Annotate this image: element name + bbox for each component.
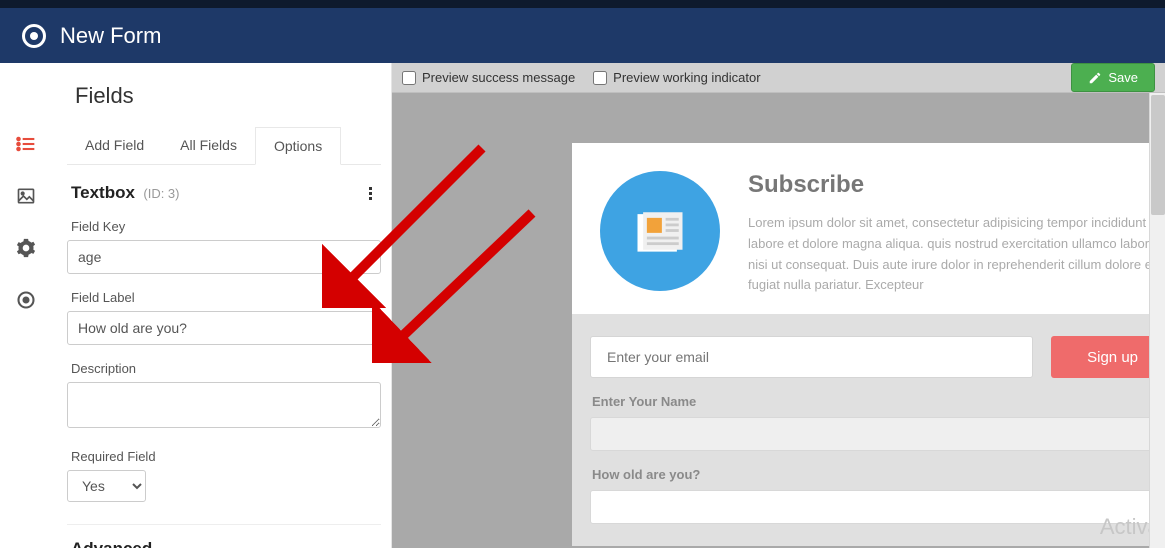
preview-toolbar: Preview success message Preview working … (392, 63, 1165, 93)
tab-options[interactable]: Options (255, 127, 341, 165)
sidebar-title: Fields (67, 83, 381, 127)
save-button[interactable]: Save (1071, 63, 1155, 92)
field-key-input[interactable] (67, 240, 381, 274)
field-key-label: Field Key (67, 213, 381, 240)
form-preview-card: Subscribe Lorem ipsum dolor sit amet, co… (572, 143, 1165, 546)
description-label: Description (67, 355, 381, 382)
top-bar: New Form (0, 8, 1165, 63)
advanced-heading: Advanced (67, 539, 381, 548)
required-label: Required Field (67, 443, 381, 470)
newspaper-icon (600, 171, 720, 291)
age-field-label: How old are you? (592, 467, 1165, 482)
image-icon[interactable] (15, 185, 37, 207)
preview-working-checkbox[interactable]: Preview working indicator (593, 70, 760, 85)
age-input[interactable] (590, 490, 1165, 524)
name-input[interactable] (590, 417, 1165, 451)
required-select[interactable]: Yes (67, 470, 146, 502)
sign-up-button[interactable]: Sign up (1051, 336, 1165, 378)
section-id: (ID: 3) (143, 186, 179, 201)
email-input[interactable] (590, 336, 1033, 378)
field-label-label: Field Label (67, 284, 381, 311)
preview-area: Preview success message Preview working … (392, 63, 1165, 548)
subscribe-body: Lorem ipsum dolor sit amet, consectetur … (748, 213, 1164, 296)
subscribe-heading: Subscribe (748, 171, 1164, 199)
target-icon[interactable] (15, 289, 37, 311)
gear-icon[interactable] (15, 237, 37, 259)
description-input[interactable] (67, 382, 381, 428)
field-label-input[interactable] (67, 311, 381, 345)
page-title: New Form (60, 23, 161, 49)
preview-success-checkbox[interactable]: Preview success message (402, 70, 575, 85)
section-name: Textbox (71, 183, 135, 202)
edit-icon (1088, 71, 1102, 85)
preview-scrollbar[interactable] (1149, 93, 1165, 548)
fields-sidebar: Fields Add Field All Fields Options Text… (52, 63, 392, 548)
section-header: Textbox (ID: 3) (67, 165, 381, 213)
tab-add-field[interactable]: Add Field (67, 127, 162, 164)
list-icon[interactable] (15, 133, 37, 155)
left-icon-rail (0, 63, 52, 548)
target-logo-icon (22, 24, 46, 48)
name-field-label: Enter Your Name (592, 394, 1165, 409)
kebab-icon[interactable] (363, 187, 377, 200)
tab-all-fields[interactable]: All Fields (162, 127, 255, 164)
sidebar-tabs: Add Field All Fields Options (67, 127, 381, 165)
